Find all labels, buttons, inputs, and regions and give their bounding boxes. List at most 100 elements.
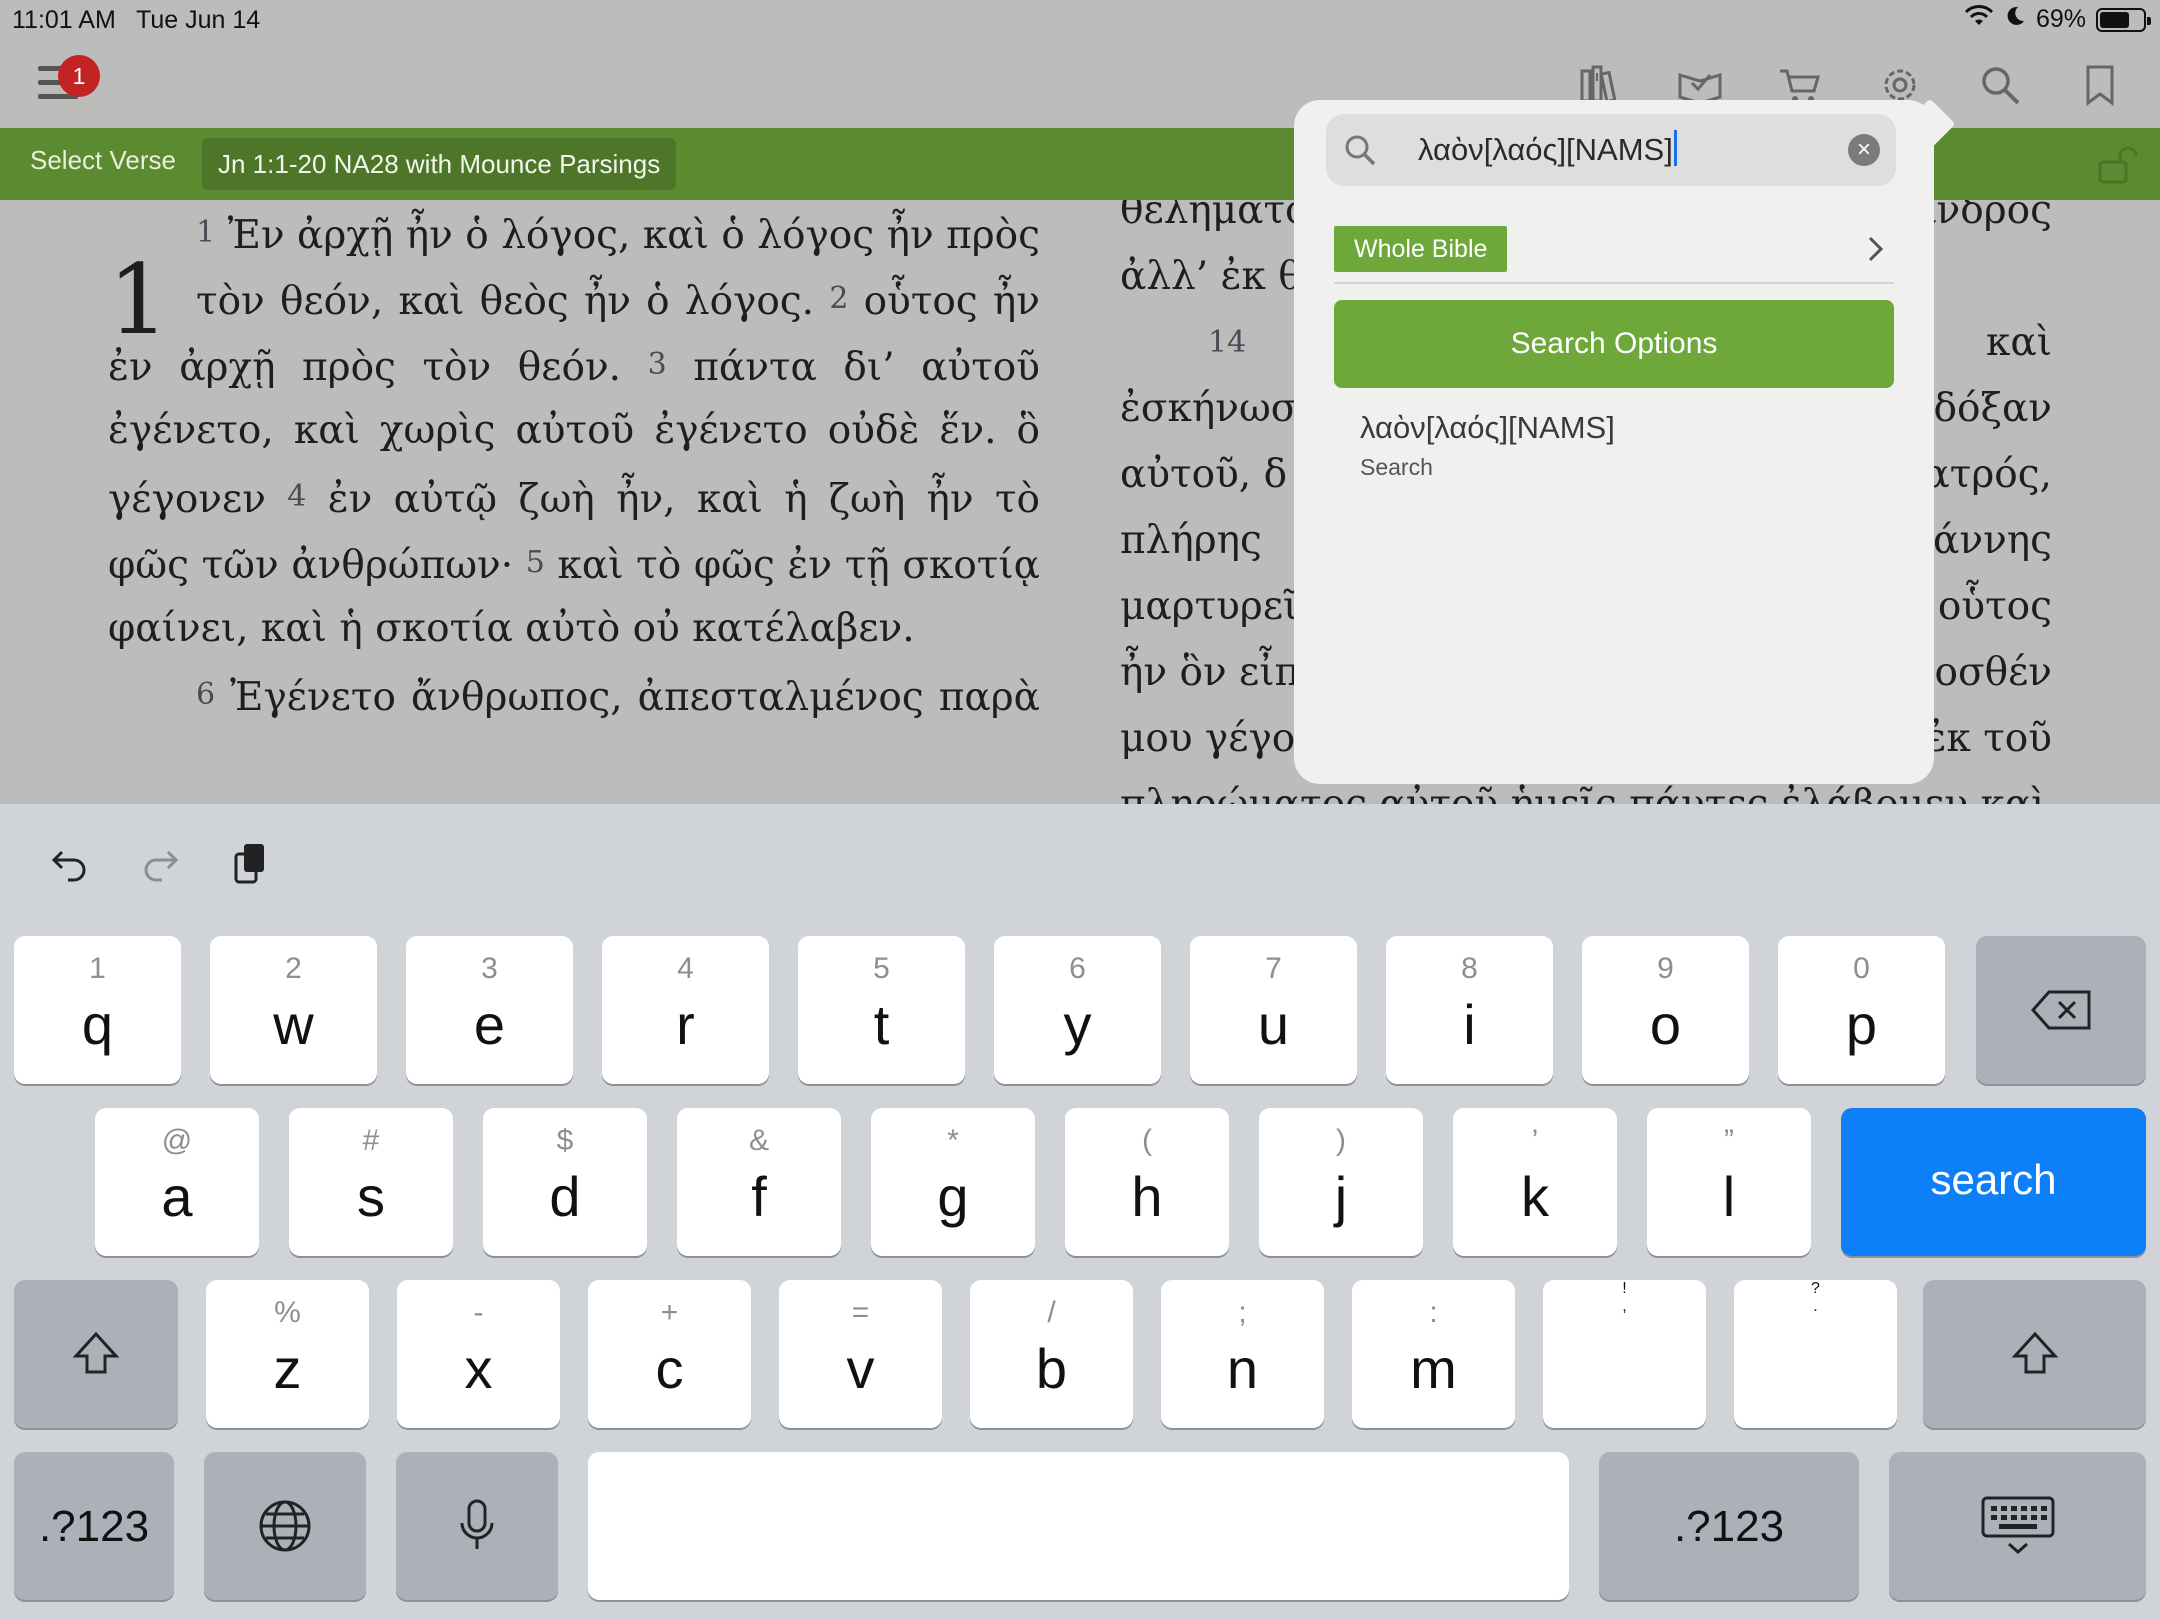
paste-icon[interactable]: [220, 834, 280, 894]
space-key[interactable]: [588, 1452, 1569, 1600]
key-x[interactable]: -x: [397, 1280, 560, 1428]
search-glass-icon: [1342, 132, 1378, 168]
passage-column-left: 1 1 Ἐν ἀρχῇ ἦν ὁ λόγος, καὶ ὁ λόγος ἦν π…: [108, 200, 1040, 728]
key-hint: #: [362, 1124, 380, 1157]
dismiss-keyboard-key[interactable]: [1889, 1452, 2146, 1600]
passage-line: ἐν ἀρχῇ πρὸς τὸν θεόν. 3 πάντα δι’ αὐτοῦ: [108, 332, 1040, 398]
key-o[interactable]: 9o: [1582, 936, 1749, 1084]
verse-number[interactable]: 6: [196, 677, 215, 712]
key-r[interactable]: 4r: [602, 936, 769, 1084]
key-g[interactable]: * g: [871, 1108, 1035, 1256]
unlock-icon[interactable]: [2094, 144, 2138, 189]
globe-key[interactable]: [204, 1452, 366, 1600]
key-i[interactable]: 8i: [1386, 936, 1553, 1084]
verse-number[interactable]: 14: [1208, 310, 1246, 376]
key-h[interactable]: (h: [1065, 1108, 1229, 1256]
key-p[interactable]: 0p: [1778, 936, 1945, 1084]
recent-search-item[interactable]: λαὸν[λαός][NAMS] Search: [1360, 410, 1880, 481]
key-u[interactable]: 7u: [1190, 936, 1357, 1084]
key-hint: $: [556, 1124, 574, 1157]
key-letter: a: [161, 1165, 193, 1228]
key-bottom-symbol: .: [1813, 1298, 1818, 1315]
undo-icon[interactable]: [40, 834, 100, 894]
key-t[interactable]: 5t: [798, 936, 965, 1084]
passage-line: τὸν θεόν, καὶ θεὸς ἦν ὁ λόγος. 2 οὗτος ἦ…: [108, 266, 1040, 332]
key-k[interactable]: ’ k: [1453, 1108, 1617, 1256]
key-z[interactable]: % z: [206, 1280, 369, 1428]
search-scope-row[interactable]: Whole Bible: [1334, 226, 1894, 284]
key-hint: 8: [1461, 952, 1478, 985]
numbers-key-left[interactable]: .?123: [14, 1452, 174, 1600]
key-label: .?123: [38, 1502, 150, 1551]
key-a[interactable]: @ a: [95, 1108, 259, 1256]
dictation-key[interactable]: [396, 1452, 558, 1600]
verse-text: πάντα δι’ αὐτοῦ: [693, 345, 1040, 390]
verse-text: Ἐν ἀρχῇ ἦν ὁ λόγος, καὶ ὁ λόγος ἦν πρὸς: [227, 213, 1040, 258]
key-letter: v: [846, 1337, 875, 1400]
key-b[interactable]: / b: [970, 1280, 1133, 1428]
key-letter: i: [1463, 993, 1476, 1056]
key-letter: f: [751, 1165, 767, 1228]
key-y[interactable]: 6y: [994, 936, 1161, 1084]
shift-key-left[interactable]: [14, 1280, 178, 1428]
search-icon[interactable]: [1974, 60, 2026, 110]
bookmark-icon[interactable]: [2074, 60, 2126, 110]
search-scope-chip[interactable]: Whole Bible: [1334, 226, 1508, 272]
key-n[interactable]: ; n: [1161, 1280, 1324, 1428]
backspace-key[interactable]: [1976, 936, 2146, 1084]
verse-text: ἐν αὐτῷ ζωὴ ἦν, καὶ ἡ ζωὴ ἦν τὸ: [327, 477, 1040, 522]
clear-search-icon[interactable]: ×: [1848, 134, 1880, 166]
key-f[interactable]: & f: [677, 1108, 841, 1256]
key-hint: +: [660, 1296, 679, 1329]
verse-text: ἐσκήνωσ: [1120, 386, 1298, 431]
key-q[interactable]: 1q: [14, 936, 181, 1084]
verse-number[interactable]: 4: [287, 479, 306, 514]
recent-search-subtitle: Search: [1360, 454, 1433, 480]
key-v[interactable]: = v: [779, 1280, 942, 1428]
key-exclaim-comma[interactable]: !,: [1543, 1280, 1706, 1428]
key-w[interactable]: 2w: [210, 936, 377, 1084]
microphone-icon: [396, 1452, 558, 1600]
verse-text: ἐν ἀρχῇ πρὸς τὸν θεόν.: [108, 345, 622, 390]
key-e[interactable]: 3e: [406, 936, 573, 1084]
search-key[interactable]: search: [1841, 1108, 2146, 1256]
passage-reference-button[interactable]: Jn 1:1-20 NA28 with Mounce Parsings: [202, 138, 677, 190]
key-letter: y: [1063, 993, 1092, 1056]
key-letter: s: [357, 1165, 385, 1228]
select-verse-button[interactable]: Select Verse: [30, 145, 176, 176]
key-d[interactable]: $ d: [483, 1108, 647, 1256]
verse-number[interactable]: 3: [648, 347, 667, 382]
key-s[interactable]: # s: [289, 1108, 453, 1256]
key-question-period[interactable]: ?.: [1734, 1280, 1897, 1428]
verse-text: ἀλλ’ ἐκ θ: [1120, 254, 1302, 299]
wifi-icon: [1964, 4, 1994, 35]
verse-text: Ἐγένετο ἄνθρωπος, ἀπεσταλμένος παρὰ: [230, 675, 1040, 720]
key-letter: e: [473, 993, 506, 1056]
key-letter: x: [464, 1337, 493, 1400]
shift-key-right[interactable]: [1923, 1280, 2146, 1428]
verse-text: οὗτος: [1937, 584, 2052, 629]
key-l[interactable]: ” l: [1647, 1108, 1811, 1256]
key-hint: 9: [1657, 952, 1674, 985]
verse-text: μαρτυρεῖ: [1120, 584, 1299, 629]
key-letter: l: [1722, 1165, 1736, 1228]
key-hint: 2: [285, 952, 302, 985]
status-time: 11:01 AM: [12, 6, 116, 34]
verse-text: ἐγένετο, καὶ χωρὶς αὐτοῦ ἐγένετο οὐδὲ ἕν…: [108, 408, 1040, 453]
key-letter: o: [1649, 993, 1682, 1056]
search-input[interactable]: λαὸν[λαός][NAMS] ×: [1326, 114, 1896, 186]
key-j[interactable]: ) j: [1259, 1108, 1423, 1256]
key-hint: &: [748, 1124, 769, 1157]
key-hint: 6: [1069, 952, 1086, 985]
key-c[interactable]: + c: [588, 1280, 751, 1428]
numbers-key-right[interactable]: .?123: [1599, 1452, 1859, 1600]
verse-number[interactable]: 5: [526, 545, 545, 580]
key-hint: ”: [1724, 1124, 1734, 1157]
globe-icon: [204, 1452, 366, 1600]
search-options-button[interactable]: Search Options: [1334, 300, 1894, 388]
key-hint: *: [947, 1124, 959, 1157]
verse-number[interactable]: 1: [196, 215, 215, 250]
redo-icon[interactable]: [130, 834, 190, 894]
verse-number[interactable]: 2: [829, 281, 848, 316]
key-m[interactable]: :m: [1352, 1280, 1515, 1428]
